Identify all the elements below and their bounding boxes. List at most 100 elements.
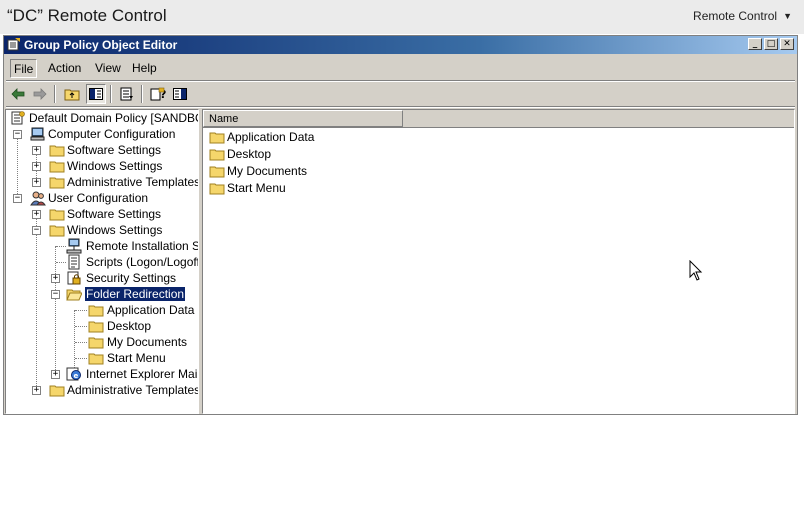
console-tree-icon	[89, 88, 103, 100]
tree-connector	[75, 342, 87, 343]
tree-connector	[56, 262, 66, 263]
tree-item-label: Administrative Templates	[67, 175, 199, 189]
menu-action[interactable]: Action	[45, 61, 84, 75]
tree-item-internet-explorer-maintenance[interactable]: + e Internet Explorer Maint	[51, 366, 199, 382]
tree-item-fr-my-documents[interactable]: My Documents	[88, 334, 198, 350]
tree-item-folder-redirection[interactable]: − Folder Redirection	[51, 286, 198, 302]
tree-item-label: Windows Settings	[67, 159, 163, 173]
list-item[interactable]: Application Data	[209, 129, 359, 146]
tree-item-fr-desktop[interactable]: Desktop	[88, 318, 198, 334]
tree-item-label: Remote Installation Se	[86, 239, 199, 253]
tree-item-label: Scripts (Logon/Logoff)	[86, 255, 199, 269]
tree-item-uc-windows-settings[interactable]: − Windows Settings	[32, 222, 197, 238]
toolbar-separator	[141, 85, 143, 103]
tree-item-cc-administrative-templates[interactable]: + Administrative Templates	[32, 174, 199, 190]
internet-explorer-icon: e	[66, 367, 81, 381]
minimize-button[interactable]: _	[748, 38, 762, 50]
folder-icon	[49, 209, 65, 221]
expand-toggle[interactable]: +	[32, 210, 41, 219]
computer-icon	[30, 127, 45, 141]
tree-item-label: Default Domain Policy [SANDBOX-V	[29, 111, 198, 125]
list-item[interactable]: Start Menu	[209, 180, 359, 197]
expand-toggle[interactable]: +	[51, 370, 60, 379]
folder-icon	[49, 177, 65, 189]
tree-connector	[75, 358, 87, 359]
folder-icon	[88, 321, 104, 333]
tree-item-uc-administrative-templates[interactable]: + Administrative Templates	[32, 382, 198, 398]
collapse-toggle[interactable]: −	[13, 194, 22, 203]
tree-item-label: Desktop	[107, 319, 152, 333]
tree-item-fr-application-data[interactable]: Application Data	[88, 302, 198, 318]
list-item[interactable]: Desktop	[209, 146, 359, 163]
console-tree[interactable]: Default Domain Policy [SANDBOX-V − Compu…	[5, 109, 199, 414]
collapse-toggle[interactable]: −	[13, 130, 22, 139]
menu-view[interactable]: View	[92, 61, 124, 75]
mouse-pointer-icon	[689, 260, 703, 281]
action-pane-icon	[173, 88, 187, 100]
collapse-toggle[interactable]: −	[51, 290, 60, 299]
folder-icon	[49, 385, 65, 397]
tree-item-label: Software Settings	[67, 207, 162, 221]
tree-item-fr-start-menu[interactable]: Start Menu	[88, 350, 198, 366]
arrow-right-icon	[33, 88, 47, 100]
menu-file[interactable]: File	[10, 59, 38, 78]
list-item-label: Desktop	[227, 147, 272, 161]
back-button[interactable]	[8, 84, 28, 104]
up-one-level-button[interactable]	[62, 84, 82, 104]
toolbar-separator	[110, 85, 112, 103]
tree-item-label: User Configuration	[48, 191, 149, 205]
help-button[interactable]: ?	[148, 84, 168, 104]
folder-icon	[209, 183, 225, 195]
tree-item-remote-installation-services[interactable]: Remote Installation Se	[66, 238, 199, 254]
remote-control-header: “DC” Remote Control Remote Control ▼	[0, 0, 804, 34]
arrow-left-icon	[11, 88, 25, 100]
expand-toggle[interactable]: +	[51, 274, 60, 283]
remote-control-menu[interactable]: Remote Control ▼	[693, 9, 792, 23]
tree-item-label: Start Menu	[107, 351, 166, 365]
tree-item-computer-configuration[interactable]: − Computer Configuration	[13, 126, 193, 142]
expand-toggle[interactable]: +	[32, 386, 41, 395]
network-computer-icon	[66, 238, 82, 254]
tree-connector	[75, 326, 87, 327]
maximize-button[interactable]: □	[764, 38, 778, 50]
folder-icon	[49, 161, 65, 173]
remote-session-title: “DC” Remote Control	[7, 6, 167, 25]
show-hide-tree-button[interactable]	[86, 84, 106, 104]
window-title: Group Policy Object Editor	[24, 38, 178, 52]
policy-scroll-icon	[11, 111, 25, 125]
tree-item-cc-windows-settings[interactable]: + Windows Settings	[32, 158, 197, 174]
window-titlebar[interactable]: Group Policy Object Editor _ □ ✕	[4, 36, 797, 54]
gpo-app-icon	[7, 37, 21, 54]
tree-connector	[55, 246, 56, 374]
folder-icon	[209, 149, 225, 161]
tree-item-cc-software-settings[interactable]: + Software Settings	[32, 142, 197, 158]
list-item-label: Start Menu	[227, 181, 286, 195]
tree-item-user-configuration[interactable]: − User Configuration	[13, 190, 193, 206]
tree-item-scripts[interactable]: Scripts (Logon/Logoff)	[66, 254, 199, 270]
tree-connector	[56, 246, 66, 247]
tree-item-uc-software-settings[interactable]: + Software Settings	[32, 206, 197, 222]
details-pane[interactable]: Name Application Data Desktop My Documen…	[202, 109, 795, 414]
collapse-toggle[interactable]: −	[32, 226, 41, 235]
list-item[interactable]: My Documents	[209, 163, 359, 180]
expand-toggle[interactable]: +	[32, 162, 41, 171]
close-button[interactable]: ✕	[780, 38, 794, 50]
menu-bar: File Action View Help	[6, 56, 795, 81]
list-item-label: Application Data	[227, 130, 315, 144]
show-hide-action-pane-button[interactable]	[170, 84, 190, 104]
column-header-name[interactable]: Name	[203, 110, 403, 127]
forward-button[interactable]	[30, 84, 50, 104]
tree-item-default-domain-policy[interactable]: Default Domain Policy [SANDBOX-V	[10, 110, 198, 126]
expand-toggle[interactable]: +	[32, 146, 41, 155]
tree-item-label: Windows Settings	[67, 223, 163, 237]
menu-help[interactable]: Help	[129, 61, 160, 75]
tree-item-security-settings[interactable]: + Security Settings	[51, 270, 198, 286]
folder-up-icon	[64, 89, 80, 101]
remote-control-menu-label: Remote Control	[693, 9, 778, 23]
tree-item-label: Computer Configuration	[48, 127, 176, 141]
export-list-button[interactable]	[117, 84, 137, 104]
gpo-editor-window: Group Policy Object Editor _ □ ✕ File Ac…	[3, 35, 798, 415]
expand-toggle[interactable]: +	[32, 178, 41, 187]
tree-item-label: Internet Explorer Maint	[86, 367, 199, 381]
tree-item-label: Folder Redirection	[83, 286, 187, 302]
